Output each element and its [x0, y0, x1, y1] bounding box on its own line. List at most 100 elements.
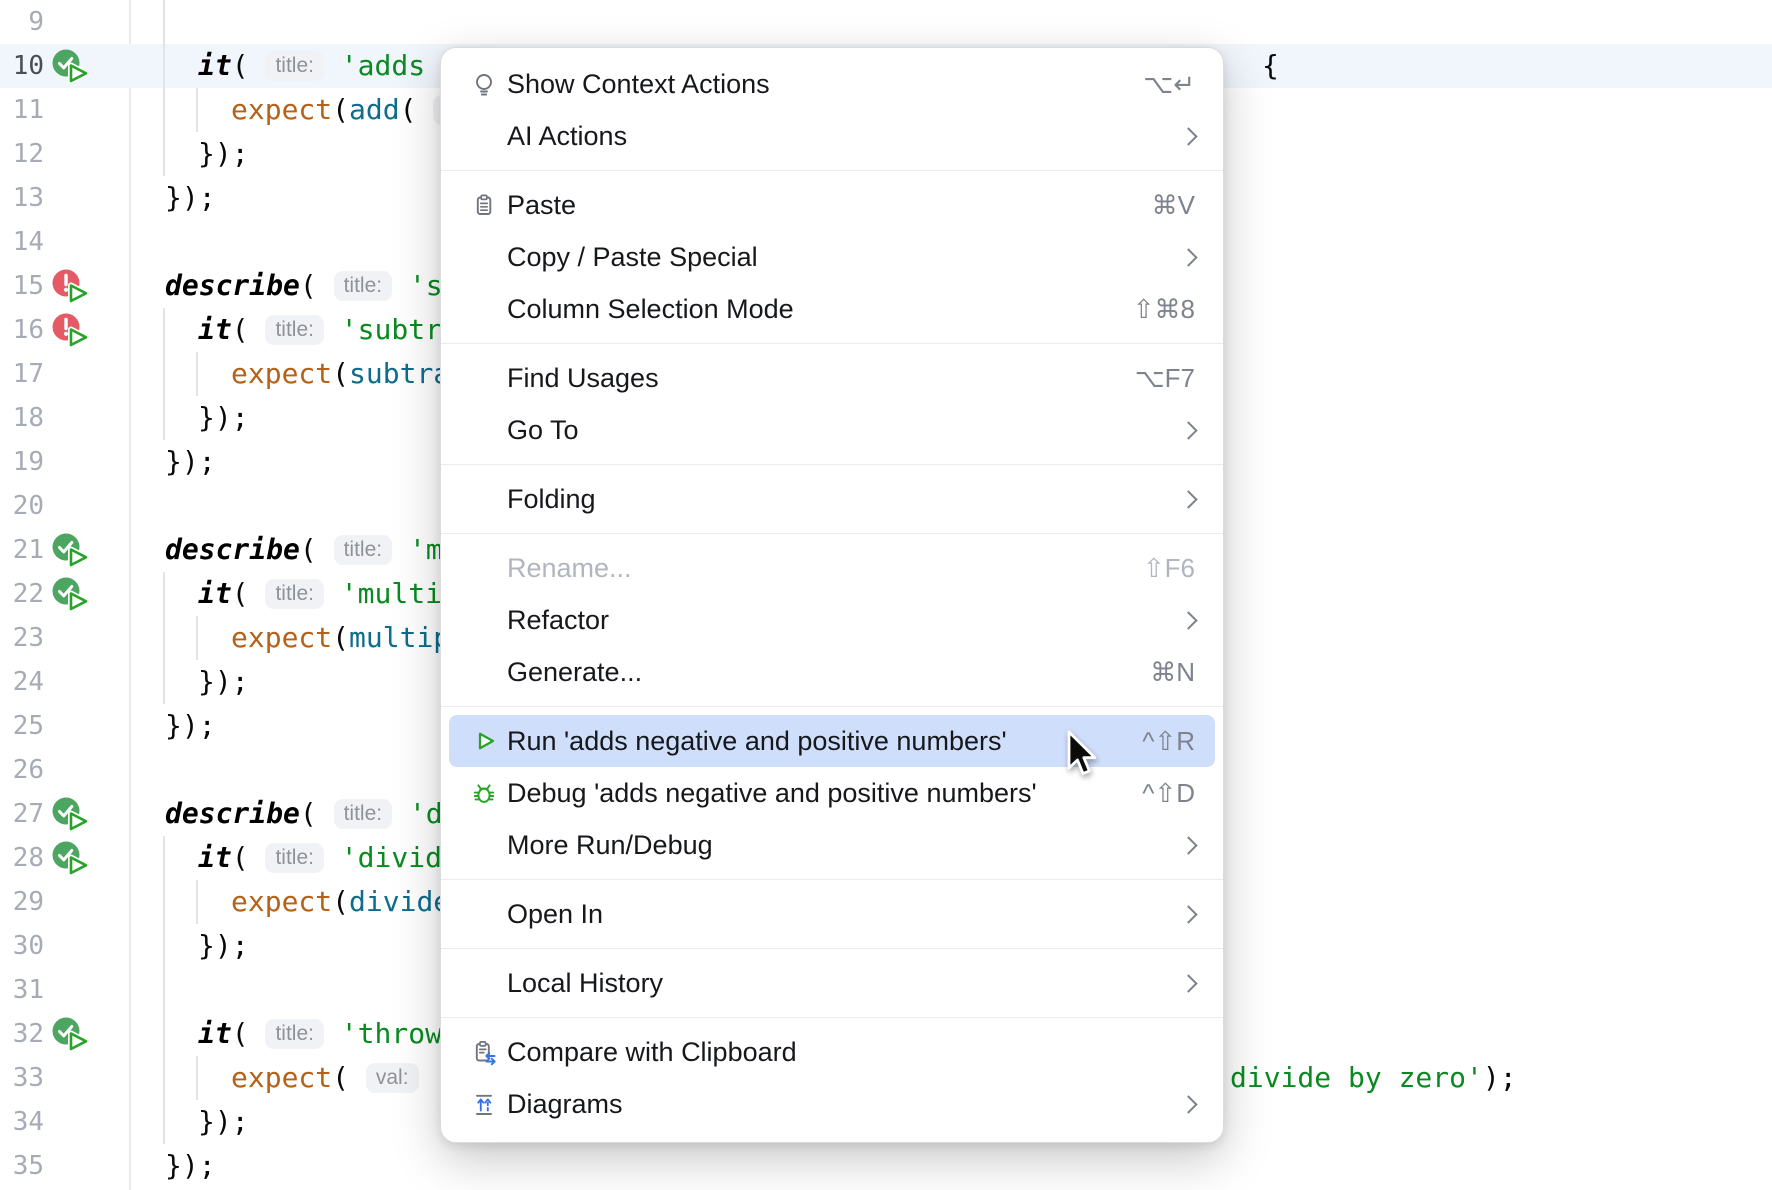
menu-item-shortcut: ⇧F6 — [1143, 553, 1195, 584]
menu-item-label: Diagrams — [507, 1089, 1162, 1120]
menu-item-run-adds-negative-and-positive-numbers[interactable]: Run 'adds negative and positive numbers'… — [449, 715, 1215, 767]
menu-item-go-to[interactable]: Go To — [441, 404, 1223, 456]
icon-spacer — [469, 484, 499, 514]
menu-item-column-selection-mode[interactable]: Column Selection Mode⇧⌘8 — [441, 283, 1223, 335]
code-text: }); — [198, 924, 249, 968]
code-text: it( title: 'throws — [198, 1012, 459, 1056]
code-token: }); — [165, 181, 216, 214]
menu-separator — [441, 464, 1223, 465]
code-line-9[interactable]: 9 — [0, 0, 1772, 44]
menu-item-label: Rename... — [507, 553, 1123, 584]
indent-guide — [163, 396, 165, 440]
failed-test-gutter-icon[interactable] — [52, 313, 94, 349]
menu-item-folding[interactable]: Folding — [441, 473, 1223, 525]
code-text: }); — [165, 440, 216, 484]
test-passed-icon[interactable] — [52, 797, 94, 833]
line-number: 16 — [0, 308, 44, 352]
indent-guide — [163, 1056, 165, 1100]
test-passed-icon[interactable] — [52, 841, 94, 877]
code-token: expect — [231, 885, 332, 918]
indent-guide — [163, 0, 165, 44]
chevron-right-icon — [1179, 248, 1197, 266]
run-test-gutter-icon[interactable] — [52, 49, 94, 85]
code-token: ( — [332, 621, 349, 654]
failed-test-gutter-icon[interactable] — [52, 269, 94, 305]
inlay-parameter-hint: title: — [265, 315, 324, 345]
chevron-right-icon — [1179, 421, 1197, 439]
menu-item-ai-actions[interactable]: AI Actions — [441, 110, 1223, 162]
menu-item-shortcut: ⌥F7 — [1135, 363, 1195, 394]
line-number: 27 — [0, 792, 44, 836]
line-number: 25 — [0, 704, 44, 748]
compare-clipboard-icon — [469, 1037, 499, 1067]
test-passed-icon[interactable] — [52, 577, 94, 613]
code-token: ( — [300, 269, 334, 302]
icon-spacer — [469, 553, 499, 583]
code-text: }); — [165, 176, 216, 220]
menu-item-more-run-debug[interactable]: More Run/Debug — [441, 819, 1223, 871]
line-number: 23 — [0, 616, 44, 660]
test-passed-icon[interactable] — [52, 533, 94, 569]
indent-guide — [163, 132, 165, 176]
test-failed-icon[interactable] — [52, 313, 94, 349]
inlay-parameter-hint: title: — [334, 535, 393, 565]
inlay-parameter-hint: val: — [366, 1063, 419, 1093]
indent-guide — [163, 88, 165, 132]
run-test-gutter-icon[interactable] — [52, 797, 94, 833]
menu-item-label: Find Usages — [507, 363, 1115, 394]
test-failed-icon[interactable] — [52, 269, 94, 305]
chevron-right-icon — [1179, 611, 1197, 629]
code-token: }); — [165, 445, 216, 478]
menu-item-generate[interactable]: Generate...⌘N — [441, 646, 1223, 698]
menu-item-shortcut: ⌘N — [1150, 657, 1195, 688]
run-test-gutter-icon[interactable] — [52, 841, 94, 877]
icon-spacer — [469, 899, 499, 929]
line-number: 31 — [0, 968, 44, 1012]
menu-separator — [441, 343, 1223, 344]
menu-item-local-history[interactable]: Local History — [441, 957, 1223, 1009]
code-token: expect — [231, 621, 332, 654]
chevron-right-icon — [1179, 974, 1197, 992]
test-passed-icon[interactable] — [52, 49, 94, 85]
menu-item-show-context-actions[interactable]: Show Context Actions⌥↵ — [441, 58, 1223, 110]
menu-item-shortcut: ⌘V — [1152, 190, 1195, 221]
run-test-gutter-icon[interactable] — [52, 1017, 94, 1053]
menu-item-refactor[interactable]: Refactor — [441, 594, 1223, 646]
code-token: describe — [165, 533, 300, 566]
code-text: expect(add( a: — [231, 88, 471, 132]
editor-context-menu: Show Context Actions⌥↵AI Actions Paste⌘V… — [440, 47, 1224, 1143]
line-number: 32 — [0, 1012, 44, 1056]
test-passed-icon[interactable] — [52, 1017, 94, 1053]
code-text: }); — [165, 1144, 216, 1188]
clipboard-icon — [469, 190, 499, 220]
run-test-gutter-icon[interactable] — [52, 577, 94, 613]
code-token: }); — [198, 1105, 249, 1138]
icon-spacer — [469, 830, 499, 860]
inlay-parameter-hint: title: — [265, 579, 324, 609]
menu-item-open-in[interactable]: Open In — [441, 888, 1223, 940]
menu-item-debug-adds-negative-and-positive-numbers[interactable]: Debug 'adds negative and positive number… — [441, 767, 1223, 819]
menu-item-paste[interactable]: Paste⌘V — [441, 179, 1223, 231]
code-token: it — [198, 841, 232, 874]
menu-separator — [441, 706, 1223, 707]
menu-separator — [441, 948, 1223, 949]
menu-item-label: Go To — [507, 415, 1162, 446]
code-text: expect( val: () — [231, 1056, 469, 1100]
chevron-right-icon — [1179, 490, 1197, 508]
line-number: 11 — [0, 88, 44, 132]
inlay-parameter-hint: title: — [265, 843, 324, 873]
run-test-gutter-icon[interactable] — [52, 533, 94, 569]
menu-item-compare-with-clipboard[interactable]: Compare with Clipboard — [441, 1026, 1223, 1078]
line-number: 14 — [0, 220, 44, 264]
compare-clipboard-icon-slot — [469, 1037, 499, 1067]
menu-item-find-usages[interactable]: Find Usages ⌥F7 — [441, 352, 1223, 404]
menu-item-diagrams[interactable]: Diagrams — [441, 1078, 1223, 1130]
code-token: }); — [165, 1149, 216, 1182]
code-token: ); — [1483, 1061, 1517, 1094]
indent-guide — [196, 88, 198, 132]
menu-item-copy-paste-special[interactable]: Copy / Paste Special — [441, 231, 1223, 283]
menu-separator — [441, 879, 1223, 880]
code-line-35[interactable]: 35}); — [0, 1144, 1772, 1188]
code-text: expect(divide — [231, 880, 450, 924]
indent-guide — [163, 616, 165, 660]
